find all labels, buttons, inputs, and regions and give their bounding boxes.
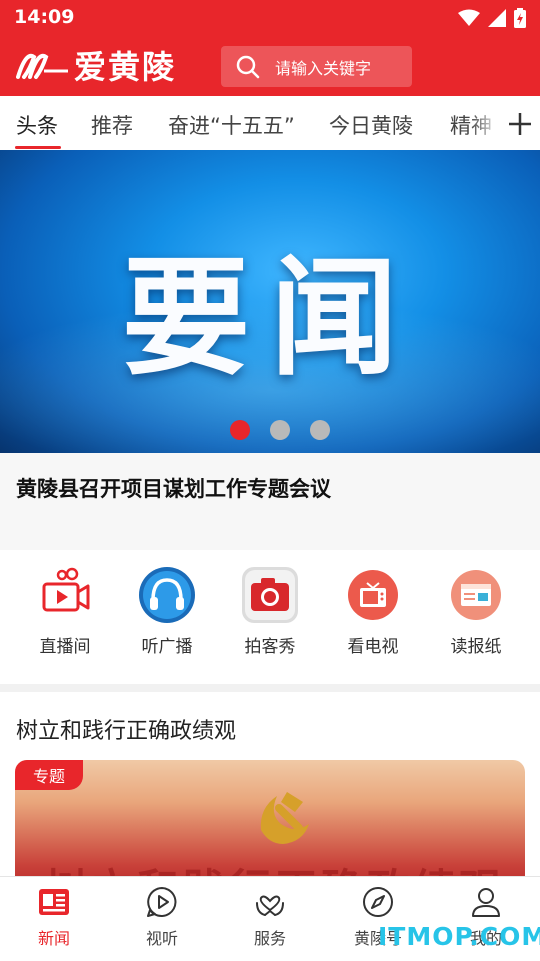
channel-tabs: 头条 推荐 奋进“十五五” 今日黄陵 精神 <box>0 96 540 150</box>
carousel-dot-3[interactable] <box>310 420 330 440</box>
quick-entry-live[interactable]: 直播间 <box>20 566 110 657</box>
camera-icon <box>242 567 298 623</box>
search-icon <box>236 55 260 78</box>
quick-entry-tv[interactable]: 看电视 <box>328 566 418 657</box>
play-icon <box>147 887 177 917</box>
plus-icon <box>508 113 531 135</box>
quick-entries: 直播间 听广播 拍客秀 看电视 读报纸 <box>0 550 540 684</box>
nav-news[interactable]: 新闻 <box>14 885 94 949</box>
search-placeholder: 请输入关键字 <box>275 58 372 78</box>
user-icon <box>472 888 500 917</box>
quick-entry-label: 拍客秀 <box>244 637 296 657</box>
service-heart-icon <box>256 895 284 916</box>
nav-media[interactable]: 视听 <box>122 885 202 949</box>
quick-entry-newspaper[interactable]: 读报纸 <box>431 566 521 657</box>
newspaper-icon <box>451 570 501 620</box>
app-logo[interactable]: 爱黄陵 <box>16 42 176 88</box>
active-tab-indicator <box>15 146 61 149</box>
quick-entry-label: 看电视 <box>347 637 399 657</box>
section-divider <box>0 684 540 692</box>
tab-today-huangling[interactable]: 今日黄陵 <box>329 110 413 140</box>
compass-icon <box>363 887 393 917</box>
headphones-icon <box>139 567 195 623</box>
topic-section-title[interactable]: 树立和践行正确政绩观 <box>16 713 236 745</box>
tv-icon <box>348 570 398 620</box>
tabs-fade <box>470 96 500 150</box>
quick-entry-photo[interactable]: 拍客秀 <box>225 566 315 657</box>
app-header: 14:09 爱黄陵 请输入关键字 <box>0 0 540 96</box>
status-bar: 14:09 <box>0 0 540 36</box>
carousel-dots <box>0 420 540 442</box>
nav-label: 视听 <box>145 929 178 948</box>
nav-label: 新闻 <box>37 929 70 948</box>
carousel-dot-1[interactable] <box>230 420 250 440</box>
logo-text: 爱黄陵 <box>74 48 177 86</box>
nav-service[interactable]: 服务 <box>230 885 310 949</box>
quick-entry-label: 听广播 <box>141 637 193 657</box>
carousel-dot-2[interactable] <box>270 420 290 440</box>
banner-image-text: 要闻 <box>121 244 418 393</box>
banner-caption[interactable]: 黄陵县召开项目谋划工作专题会议 <box>0 453 540 550</box>
quick-entry-label: 直播间 <box>39 637 91 657</box>
search-input[interactable]: 请输入关键字 <box>221 46 412 87</box>
tab-15th-five-year[interactable]: 奋进“十五五” <box>168 110 295 140</box>
topic-badge: 专题 <box>15 760 83 790</box>
wifi-icon <box>458 9 480 26</box>
live-camera-icon <box>42 567 90 612</box>
signal-icon <box>488 9 506 27</box>
quick-entry-label: 读报纸 <box>450 637 502 657</box>
status-icons <box>458 8 526 28</box>
status-time: 14:09 <box>14 6 75 28</box>
tab-recommended[interactable]: 推荐 <box>91 110 133 140</box>
banner-headline[interactable]: 黄陵县召开项目谋划工作专题会议 <box>16 473 331 503</box>
party-emblem-icon <box>260 792 309 844</box>
quick-entry-radio[interactable]: 听广播 <box>122 566 212 657</box>
app-bar: 爱黄陵 请输入关键字 <box>0 36 540 96</box>
watermark: ITMOP.COM <box>378 922 540 951</box>
banner-carousel[interactable]: 要闻 <box>0 150 540 453</box>
battery-icon <box>514 8 526 28</box>
add-channel-button[interactable] <box>499 104 540 144</box>
tab-headlines[interactable]: 头条 <box>16 110 58 140</box>
logo-mark-icon <box>16 54 68 79</box>
nav-label: 服务 <box>253 929 286 948</box>
news-icon <box>39 889 69 915</box>
